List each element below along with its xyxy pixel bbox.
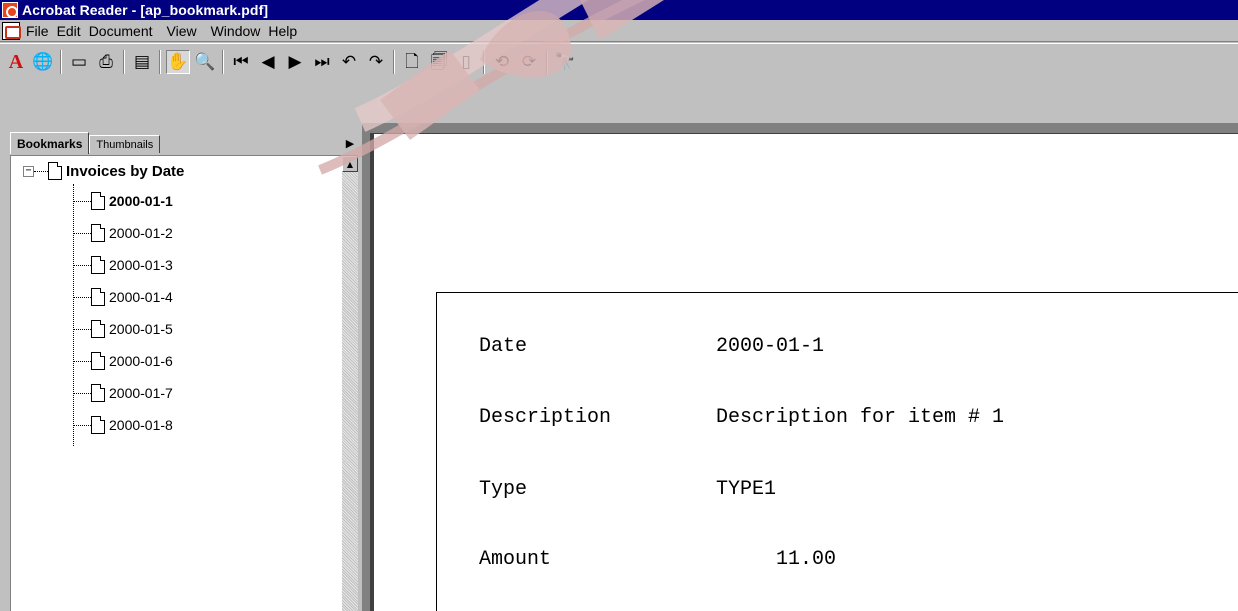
actual-size-icon[interactable]: 🗋 (400, 50, 424, 74)
rotate-right-icon[interactable]: ⟳ (517, 50, 541, 74)
show-hide-navigation-icon[interactable]: ▤ (130, 50, 154, 74)
tree-connector (73, 296, 91, 298)
print-icon[interactable]: ⎙ (94, 50, 118, 74)
toolbar-separator (123, 50, 125, 74)
tab-bookmarks[interactable]: Bookmarks (10, 132, 90, 154)
document-menu-icon[interactable] (2, 21, 21, 40)
invoice-row-description: Description Description for item # 1 (479, 406, 1004, 429)
menu-document[interactable]: Document (89, 23, 161, 39)
toolbar-separator (546, 50, 548, 74)
bookmarks-vertical-scrollbar[interactable]: ▲ (342, 156, 358, 611)
bookmark-page-icon (91, 320, 105, 338)
bookmark-item-label[interactable]: 2000-01-6 (109, 353, 173, 369)
bookmark-item[interactable]: 2000-01-8 (73, 416, 173, 434)
hand-tool-icon[interactable]: ✋ (166, 50, 190, 74)
tree-connector (73, 328, 91, 330)
fit-page-icon[interactable]: 🗐 (427, 50, 451, 74)
bookmark-item[interactable]: 2000-01-3 (73, 256, 173, 274)
tree-connector (73, 392, 91, 394)
window-title: Acrobat Reader - [ap_bookmark.pdf] (22, 2, 269, 18)
bookmark-root[interactable]: − Invoices by Date (23, 162, 184, 180)
tree-connector (73, 264, 91, 266)
invoice-value: 2000-01-1 (716, 335, 825, 358)
tab-thumbnails[interactable]: Thumbnails (89, 135, 161, 153)
toolbar-separator (159, 50, 161, 74)
rotate-left-icon[interactable]: ⟲ (490, 50, 514, 74)
fit-width-icon[interactable]: ▯ (454, 50, 478, 74)
invoice-value: 11.00 (716, 548, 837, 571)
next-page-icon[interactable]: ▶ (283, 50, 307, 74)
invoice-label: Type (479, 478, 528, 501)
menu-view[interactable]: View (167, 23, 205, 39)
first-page-icon[interactable]: ⏮ (229, 50, 253, 74)
globe-icon[interactable]: 🌐 (31, 50, 55, 74)
panel-tabs: Bookmarks Thumbnails (10, 132, 161, 154)
toolbar-separator (60, 50, 62, 74)
invoice-label: Description (479, 406, 612, 429)
tree-connector (73, 232, 91, 234)
bookmark-item-label[interactable]: 2000-01-7 (109, 385, 173, 401)
tree-connector (73, 360, 91, 362)
bookmark-page-icon (91, 256, 105, 274)
go-forward-icon[interactable]: ↷ (364, 50, 388, 74)
panel-menu-arrow-icon[interactable]: ▶ (343, 136, 357, 150)
bookmark-item-label[interactable]: 2000-01-2 (109, 225, 173, 241)
tree-connector (34, 170, 48, 172)
last-page-icon[interactable]: ⏭ (310, 50, 334, 74)
invoice-label: Date (479, 335, 528, 358)
invoice-record-box: Date 2000-01-1 Description Description for… (436, 292, 1238, 611)
bookmark-page-icon (91, 352, 105, 370)
invoice-row-date: Date 2000-01-1 (479, 335, 824, 358)
title-bar: Acrobat Reader - [ap_bookmark.pdf] (0, 0, 1238, 20)
bookmark-item-label[interactable]: 2000-01-1 (109, 193, 173, 209)
bookmark-page-icon (91, 288, 105, 306)
go-back-icon[interactable]: ↶ (337, 50, 361, 74)
toolbar: A 🌐 ▭ ⎙ ▤ ✋ 🔍 ⏮ ◀ ▶ ⏭ ↶ ↷ 🗋 🗐 ▯ ⟲ ⟳ 🔭 (0, 43, 1238, 123)
invoice-value: Description for item # 1 (716, 406, 1005, 429)
open-folder-icon[interactable]: ▭ (67, 50, 91, 74)
menu-window[interactable]: Window (211, 23, 269, 39)
bookmark-item[interactable]: 2000-01-7 (73, 384, 173, 402)
bookmark-page-icon (91, 192, 105, 210)
bookmark-item[interactable]: 2000-01-4 (73, 288, 173, 306)
invoice-row-amount: Amount 11.00 (479, 548, 836, 571)
bookmark-item[interactable]: 2000-01-5 (73, 320, 173, 338)
invoice-value: TYPE1 (716, 478, 777, 501)
menu-bar: File Edit Document View Window Help (0, 20, 1238, 42)
toolbar-separator (393, 50, 395, 74)
menu-file[interactable]: File (26, 23, 57, 39)
collapse-toggle-icon[interactable]: − (23, 165, 34, 177)
bookmark-item[interactable]: 2000-01-2 (73, 224, 173, 242)
bookmark-item-label[interactable]: 2000-01-3 (109, 257, 173, 273)
bookmark-page-icon (91, 224, 105, 242)
bookmark-page-icon (48, 162, 62, 180)
acrobat-app-icon[interactable] (2, 2, 18, 18)
toolbar-separator (222, 50, 224, 74)
bookmark-root-label[interactable]: Invoices by Date (66, 163, 184, 180)
previous-page-icon[interactable]: ◀ (256, 50, 280, 74)
menu-help[interactable]: Help (268, 23, 305, 39)
scroll-up-arrow-icon[interactable]: ▲ (342, 156, 358, 172)
bookmark-item-label[interactable]: 2000-01-8 (109, 417, 173, 433)
bookmark-page-icon (91, 384, 105, 402)
document-page[interactable]: Date 2000-01-1 Description Description for… (374, 133, 1238, 611)
menu-edit[interactable]: Edit (57, 23, 89, 39)
invoice-label: Amount (479, 548, 552, 571)
bookmark-item-label[interactable]: 2000-01-5 (109, 321, 173, 337)
bookmark-item-label[interactable]: 2000-01-4 (109, 289, 173, 305)
bookmarks-tree: − Invoices by Date 2000-01-1 2000-01-2 2… (11, 156, 341, 611)
invoice-row-type: Type TYPE1 (479, 478, 776, 501)
bookmark-page-icon (91, 416, 105, 434)
bookmark-item[interactable]: 2000-01-1 (73, 192, 173, 210)
tree-connector (73, 424, 91, 426)
zoom-in-tool-icon[interactable]: 🔍 (193, 50, 217, 74)
find-binoculars-icon[interactable]: 🔭 (553, 50, 577, 74)
document-view[interactable]: Date 2000-01-1 Description Description for… (362, 123, 1238, 611)
tree-connector (73, 200, 91, 202)
bookmarks-tree-area: − Invoices by Date 2000-01-1 2000-01-2 2… (10, 155, 358, 611)
navigation-panel: Bookmarks Thumbnails ▶ − Invoices by Dat… (0, 123, 362, 611)
adobe-logo-icon[interactable]: A (4, 50, 28, 74)
toolbar-separator (483, 50, 485, 74)
bookmark-item[interactable]: 2000-01-6 (73, 352, 173, 370)
